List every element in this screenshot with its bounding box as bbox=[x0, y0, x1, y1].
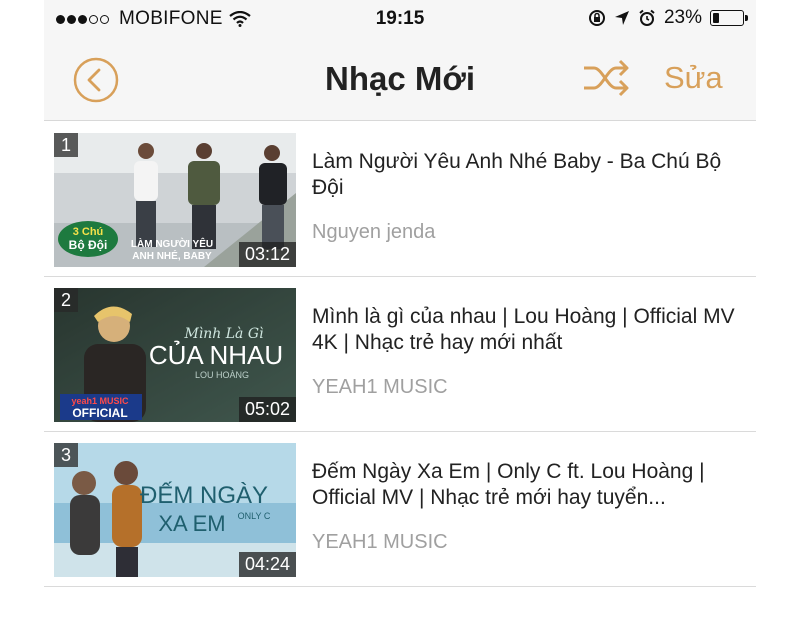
video-thumbnail[interactable]: 3 Chú Bộ Đội LÀM NGƯỜI YÊU ANH NHÉ, BABY… bbox=[54, 133, 296, 267]
rank-badge: 3 bbox=[54, 443, 78, 467]
thumbnail-caption: ONLY C bbox=[238, 511, 271, 521]
duration-label: 03:12 bbox=[238, 242, 296, 267]
video-thumbnail[interactable]: ĐẾM NGÀY XA EM ONLY C 3 04:24 bbox=[54, 443, 296, 577]
song-title[interactable]: Đếm Ngày Xa Em | Only C ft. Lou Hoàng | … bbox=[312, 459, 742, 511]
video-thumbnail[interactable]: Mình Là Gì CỦA NHAU LOU HOÀNG yeah1 MUSI… bbox=[54, 288, 296, 422]
song-row[interactable]: 3 Chú Bộ Đội LÀM NGƯỜI YÊU ANH NHÉ, BABY… bbox=[44, 121, 756, 277]
song-title[interactable]: Làm Người Yêu Anh Nhé Baby - Ba Chú Bộ Đ… bbox=[312, 149, 742, 201]
status-bar: MOBIFONE 19:15 23% bbox=[44, 0, 756, 40]
channel-name: Nguyen jenda bbox=[312, 221, 436, 243]
alarm-icon bbox=[639, 9, 655, 26]
battery-icon bbox=[710, 10, 748, 26]
battery-percent: 23% bbox=[663, 7, 702, 28]
song-row[interactable]: Mình Là Gì CỦA NHAU LOU HOÀNG yeah1 MUSI… bbox=[44, 276, 756, 432]
thumbnail-logo-text: 3 Chú bbox=[73, 226, 104, 238]
channel-name: YEAH1 MUSIC bbox=[312, 531, 448, 553]
thumbnail-caption: LÀM NGƯỜI YÊU bbox=[131, 237, 213, 250]
app-screen: MOBIFONE 19:15 23% Nhạc Mới Sửa 3 Chú Bộ… bbox=[44, 0, 756, 632]
thumbnail-logo-text: OFFICIAL bbox=[72, 406, 127, 420]
thumbnail-logo-text: yeah1 MUSIC bbox=[71, 396, 129, 406]
song-title[interactable]: Mình là gì của nhau | Lou Hoàng | Offici… bbox=[312, 304, 742, 356]
thumbnail-caption: LOU HOÀNG bbox=[195, 370, 249, 380]
shuffle-icon[interactable] bbox=[580, 56, 632, 100]
duration-label: 04:24 bbox=[238, 552, 296, 577]
thumbnail-caption: ĐẾM NGÀY bbox=[140, 481, 268, 509]
status-right: 23% bbox=[588, 7, 748, 29]
location-arrow-icon bbox=[614, 11, 629, 25]
rank-badge: 1 bbox=[54, 133, 78, 157]
thumbnail-caption: XA EM bbox=[158, 511, 225, 536]
rotation-lock-icon bbox=[588, 10, 605, 26]
edit-button[interactable]: Sửa bbox=[664, 60, 723, 96]
navigation-bar: Nhạc Mới Sửa bbox=[44, 40, 756, 121]
thumbnail-caption: ANH NHÉ, BABY bbox=[132, 249, 212, 262]
page-title: Nhạc Mới bbox=[325, 60, 475, 97]
song-row[interactable]: ĐẾM NGÀY XA EM ONLY C 3 04:24 Đếm Ngày X… bbox=[44, 431, 756, 587]
thumbnail-caption: CỦA NHAU bbox=[149, 339, 283, 370]
channel-name: YEAH1 MUSIC bbox=[312, 376, 448, 398]
thumbnail-logo-text: Bộ Đội bbox=[69, 238, 108, 252]
duration-label: 05:02 bbox=[238, 397, 296, 422]
rank-badge: 2 bbox=[54, 288, 78, 312]
